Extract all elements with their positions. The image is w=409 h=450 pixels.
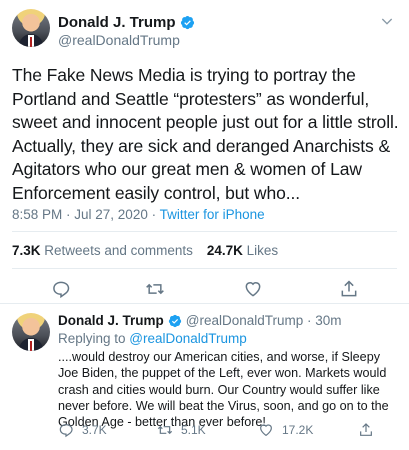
retweets-count: 7.3K bbox=[12, 243, 41, 258]
tweet-source[interactable]: Twitter for iPhone bbox=[160, 207, 265, 222]
replying-to: Replying to @realDonaldTrump bbox=[58, 331, 247, 346]
replying-prefix: Replying to bbox=[58, 331, 130, 346]
retweet-button[interactable] bbox=[145, 279, 165, 299]
handle-and-time[interactable]: @realDonaldTrump · 30m bbox=[186, 313, 342, 328]
verified-badge-icon bbox=[168, 314, 181, 327]
reply-button[interactable] bbox=[51, 279, 71, 299]
tweet-stats: 7.3K Retweets and comments 24.7K Likes bbox=[12, 243, 278, 258]
divider bbox=[12, 231, 397, 232]
display-name[interactable]: Donald J. Trump bbox=[58, 14, 176, 31]
retweets-stat[interactable]: 7.3K Retweets and comments bbox=[12, 243, 193, 258]
display-name[interactable]: Donald J. Trump bbox=[58, 313, 164, 328]
replying-mention[interactable]: @realDonaldTrump bbox=[129, 331, 247, 346]
divider bbox=[12, 268, 397, 269]
reply-tweet[interactable]: Donald J. Trump @realDonaldTrump · 30m R… bbox=[0, 304, 409, 450]
likes-stat[interactable]: 24.7K Likes bbox=[207, 243, 278, 258]
share-icon bbox=[341, 280, 357, 297]
likes-count: 24.7K bbox=[206, 243, 243, 258]
share-button[interactable] bbox=[339, 279, 359, 299]
reply-author-row: Donald J. Trump @realDonaldTrump · 30m bbox=[58, 313, 342, 328]
like-button[interactable] bbox=[243, 279, 263, 299]
verified-badge-icon bbox=[180, 15, 194, 30]
author-name-row[interactable]: Donald J. Trump bbox=[58, 14, 195, 31]
chevron-down-icon[interactable] bbox=[379, 13, 395, 29]
retweet-icon bbox=[157, 425, 173, 435]
reply-icon bbox=[59, 424, 73, 438]
tweet-text: The Fake News Media is trying to portray… bbox=[12, 65, 399, 203]
like-count: 17.2K bbox=[282, 423, 314, 437]
reply-comment-button[interactable]: 3.7K bbox=[58, 422, 107, 438]
reply-like-button[interactable]: 17.2K bbox=[258, 422, 313, 438]
share-icon bbox=[360, 423, 372, 436]
likes-label: Likes bbox=[246, 243, 279, 258]
main-tweet: Donald J. Trump @realDonaldTrump The Fak… bbox=[0, 0, 409, 303]
comment-count: 3.7K bbox=[82, 423, 107, 437]
avatar-tie bbox=[30, 37, 32, 47]
retweet-icon bbox=[146, 283, 164, 295]
reply-icon bbox=[53, 281, 70, 299]
retweets-label: Retweets and comments bbox=[44, 243, 193, 258]
tweet-meta: 8:58 PM · Jul 27, 2020 · Twitter for iPh… bbox=[12, 207, 265, 222]
avatar-tie bbox=[30, 341, 32, 351]
reply-share-button[interactable] bbox=[358, 422, 374, 438]
heart-icon bbox=[245, 282, 261, 297]
reply-retweet-button[interactable]: 5.1K bbox=[157, 422, 206, 438]
retweet-count: 5.1K bbox=[181, 423, 206, 437]
tweet-timestamp[interactable]: 8:58 PM · Jul 27, 2020 · bbox=[12, 207, 160, 222]
heart-icon bbox=[260, 424, 272, 437]
reply-text: ....would destroy our American cities, a… bbox=[58, 350, 389, 430]
handle[interactable]: @realDonaldTrump bbox=[58, 32, 180, 48]
avatar[interactable] bbox=[12, 9, 50, 47]
avatar[interactable] bbox=[12, 313, 50, 351]
